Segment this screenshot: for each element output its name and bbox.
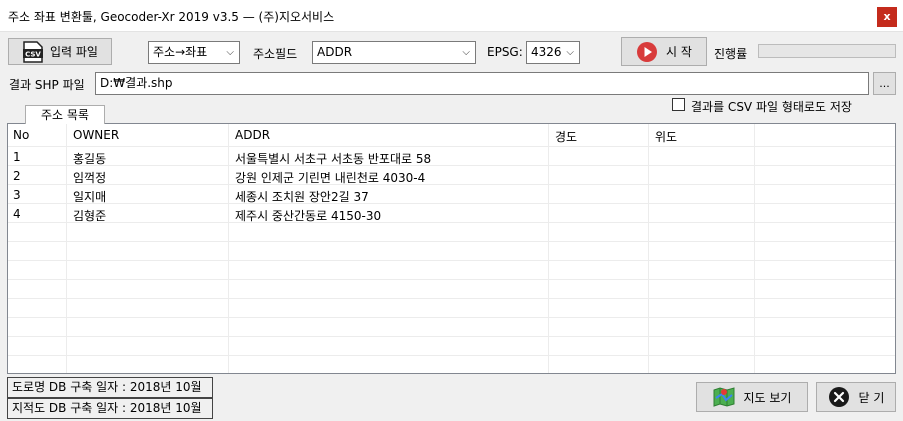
tab-address-list-label: 주소 목록 (41, 108, 89, 122)
chevron-down-icon: ⌵ (226, 47, 234, 58)
col-header-lon[interactable]: 경도 (555, 128, 577, 145)
row-divider (8, 355, 895, 356)
mode-select-value: 주소→좌표 (153, 45, 208, 59)
col-header-addr[interactable]: ADDR (235, 128, 270, 142)
address-field-label: 주소필드 (253, 47, 298, 61)
svg-text:CSV: CSV (25, 50, 41, 58)
shp-path-value: D:₩결과.shp (100, 76, 173, 90)
title-bar: 주소 좌표 변환툴, Geocoder-Xr 2019 v3.5 — (주)지오… (0, 0, 903, 32)
cadastral-db-status: 지적도 DB 구축 일자 : 2018년 10월 (7, 398, 213, 419)
epsg-value: 4326 (531, 45, 562, 59)
tab-address-list[interactable]: 주소 목록 (25, 105, 105, 124)
csv-file-icon: CSV (23, 40, 43, 63)
csv-save-checkbox[interactable] (672, 98, 685, 111)
row-divider (8, 165, 895, 166)
progress-bar (758, 44, 896, 58)
table-header: No OWNER ADDR 경도 위도 (8, 124, 895, 146)
row-divider (8, 146, 895, 147)
row-divider (8, 317, 895, 318)
shp-file-label: 결과 SHP 파일 (9, 78, 85, 92)
window-close-button[interactable]: x (877, 7, 897, 27)
row-divider (8, 222, 895, 223)
address-field-select[interactable]: ADDR ⌵ (312, 41, 476, 64)
chevron-down-icon: ⌵ (462, 47, 470, 58)
table-row[interactable]: 1 홍길동 서울특별시 서초구 서초동 반포대로 58 (8, 147, 895, 166)
road-db-status: 도로명 DB 구축 일자 : 2018년 10월 (7, 377, 213, 398)
close-icon (828, 387, 849, 407)
shp-path-input[interactable]: D:₩결과.shp (95, 72, 869, 95)
browse-button[interactable]: ... (873, 72, 896, 95)
epsg-label: EPSG: (487, 45, 523, 59)
cell-no: 2 (13, 169, 21, 183)
input-file-label: 입력 파일 (50, 45, 98, 59)
row-divider (8, 184, 895, 185)
close-button[interactable]: 닫 기 (816, 382, 896, 412)
row-divider (8, 203, 895, 204)
play-icon (637, 41, 658, 62)
csv-save-label: 결과를 CSV 파일 형태로도 저장 (691, 100, 852, 114)
address-field-value: ADDR (317, 45, 353, 59)
row-divider (8, 279, 895, 280)
table-row[interactable]: 3 일지매 세종시 조치원 장안2길 37 (8, 185, 895, 204)
table-row[interactable]: 4 김형준 제주시 중산간동로 4150-30 (8, 204, 895, 223)
address-table[interactable]: No OWNER ADDR 경도 위도 1 홍길동 서울특별시 서초구 서초동 … (7, 123, 896, 374)
col-header-owner[interactable]: OWNER (73, 128, 119, 142)
progress-label: 진행률 (714, 47, 748, 61)
row-divider (8, 336, 895, 337)
row-divider (8, 241, 895, 242)
map-icon (713, 387, 734, 407)
cell-no: 3 (13, 188, 21, 202)
col-header-lat[interactable]: 위도 (655, 128, 677, 145)
epsg-select[interactable]: 4326 ⌵ (526, 41, 580, 64)
window-title: 주소 좌표 변환툴, Geocoder-Xr 2019 v3.5 — (주)지오… (8, 10, 335, 24)
cell-no: 4 (13, 207, 21, 221)
start-button[interactable]: 시 작 (621, 37, 707, 66)
map-view-label: 지도 보기 (743, 390, 792, 405)
close-label: 닫 기 (858, 390, 885, 405)
input-file-button[interactable]: CSV 입력 파일 (8, 38, 112, 65)
row-divider (8, 260, 895, 261)
chevron-down-icon: ⌵ (566, 47, 574, 58)
map-view-button[interactable]: 지도 보기 (696, 382, 808, 412)
start-label: 시 작 (666, 45, 692, 59)
cell-no: 1 (13, 150, 21, 164)
col-header-no[interactable]: No (13, 128, 29, 142)
mode-select[interactable]: 주소→좌표 ⌵ (148, 41, 240, 64)
row-divider (8, 298, 895, 299)
table-row[interactable]: 2 임꺽정 강원 인제군 기린면 내린천로 4030-4 (8, 166, 895, 185)
browse-label: ... (879, 77, 890, 90)
